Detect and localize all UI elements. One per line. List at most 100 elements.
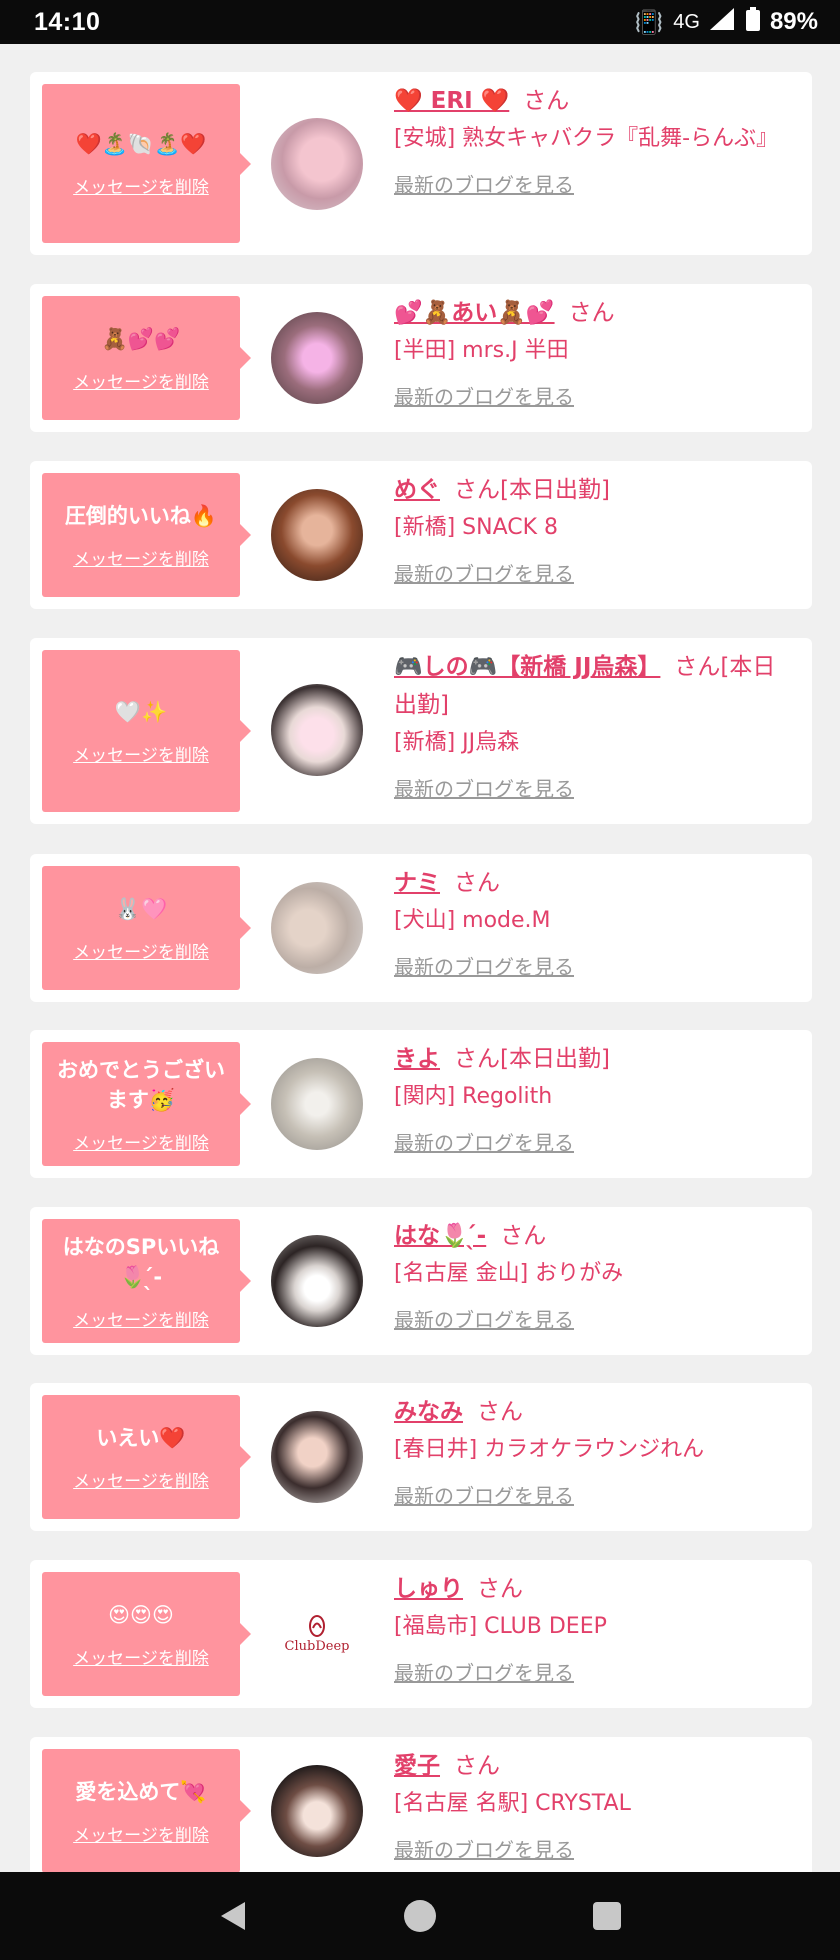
delete-message-link[interactable]: メッセージを削除 (73, 545, 209, 570)
vibrate-icon: 📳 (634, 8, 664, 35)
avatar[interactable] (271, 684, 363, 776)
message-bubble: ❤️🏝️🐚🏝️❤️ メッセージを削除 (42, 84, 251, 243)
message-bubble: はなのSPいいね🌷 ̖́- メッセージを削除 (42, 1219, 251, 1343)
honorific: さん (477, 1399, 523, 1425)
delete-message-link[interactable]: メッセージを削除 (73, 1129, 209, 1154)
avatar[interactable] (271, 118, 363, 210)
profile-info: 愛子 さん [名古屋 名駅] CRYSTAL 最新のブログを見る (394, 1747, 796, 1870)
profile-info: ❤️ ERI ❤️ さん [安城] 熟女キャバクラ『乱舞-らんぶ』 最新のブログを… (394, 82, 796, 205)
avatar[interactable] (271, 1058, 363, 1150)
message-text: 圧倒的いいね🔥 (64, 503, 218, 528)
latest-blog-link[interactable]: 最新のブログを見る (394, 555, 574, 593)
club-logo-text: ClubDeep (284, 1638, 350, 1654)
profile-info: しゅり さん [福島市] CLUB DEEP 最新のブログを見る (394, 1570, 796, 1693)
delete-message-link[interactable]: メッセージを削除 (73, 741, 209, 766)
system-nav-bar (0, 1872, 840, 1960)
status-icons: 📳 4G 89% (635, 7, 818, 37)
avatar[interactable] (271, 1235, 363, 1327)
home-button[interactable] (400, 1896, 440, 1936)
avatar[interactable] (271, 312, 363, 404)
list-item: おめでとうございます🥳 メッセージを削除 きよ さん[本日出勤] [関内] Reg… (30, 1030, 812, 1178)
message-text: はなのSPいいね🌷 ̖́- (62, 1234, 220, 1289)
profile-name-link[interactable]: ❤️ ERI ❤️ (394, 88, 509, 114)
profile-info: ナミ さん [犬山] mode.M 最新のブログを見る (394, 864, 796, 987)
back-button[interactable] (213, 1896, 253, 1936)
delete-message-link[interactable]: メッセージを削除 (73, 1306, 209, 1331)
shop-label: [半田] mrs.J 半田 (394, 338, 569, 363)
list-item: 🧸💕💕 メッセージを削除 💕🧸あい🧸💕 さん [半田] mrs.J 半田 最新のブ… (30, 284, 812, 432)
avatar[interactable] (271, 489, 363, 581)
avatar[interactable] (271, 1411, 363, 1503)
message-bubble: 愛を込めて💘 メッセージを削除 (42, 1749, 251, 1872)
profile-name-link[interactable]: きよ (394, 1046, 440, 1072)
club-logo[interactable]: ClubDeep (271, 1588, 363, 1680)
profile-info: きよ さん[本日出勤] [関内] Regolith 最新のブログを見る (394, 1040, 796, 1163)
message-text: 🧸💕💕 (101, 326, 181, 351)
delete-message-link[interactable]: メッセージを削除 (73, 1644, 209, 1669)
profile-info: 🎮しの🎮【新橋 JJ烏森】 さん[本日出勤] [新橋] JJ烏森 最新のブログを見… (394, 648, 796, 809)
profile-name-link[interactable]: 愛子 (394, 1753, 440, 1779)
profile-info: めぐ さん[本日出勤] [新橋] SNACK 8 最新のブログを見る (394, 471, 796, 594)
message-list: ❤️🏝️🐚🏝️❤️ メッセージを削除 ❤️ ERI ❤️ さん [安城] 熟女キャ… (0, 44, 840, 1872)
shop-label: [犬山] mode.M (394, 908, 551, 933)
club-logo-emblem (309, 1614, 325, 1637)
profile-name-link[interactable]: ナミ (394, 870, 440, 896)
message-bubble: 🤍✨ メッセージを削除 (42, 650, 251, 812)
delete-message-link[interactable]: メッセージを削除 (73, 1467, 209, 1492)
honorific: さん (523, 88, 570, 114)
avatar[interactable] (271, 882, 363, 974)
shop-label: [安城] 熟女キャバクラ『乱舞-らんぶ』 (394, 126, 779, 151)
honorific: さん[本日出勤] (454, 1046, 610, 1072)
message-text: おめでとうございます🥳 (57, 1057, 225, 1112)
profile-name-link[interactable]: みなみ (394, 1399, 463, 1425)
message-bubble: 🧸💕💕 メッセージを削除 (42, 296, 251, 420)
message-bubble: 圧倒的いいね🔥 メッセージを削除 (42, 473, 251, 597)
latest-blog-link[interactable]: 最新のブログを見る (394, 1831, 574, 1869)
list-item: 愛を込めて💘 メッセージを削除 愛子 さん [名古屋 名駅] CRYSTAL 最新… (30, 1737, 812, 1872)
honorific: さん (454, 870, 500, 896)
honorific: さん (568, 300, 615, 326)
latest-blog-link[interactable]: 最新のブログを見る (394, 1301, 574, 1339)
list-item: 🐰🩷 メッセージを削除 ナミ さん [犬山] mode.M 最新のブログを見る (30, 854, 812, 1002)
status-bar: 14:10 📳 4G 89% (0, 0, 840, 44)
shop-label: [名古屋 金山] おりがみ (394, 1261, 624, 1286)
profile-name-link[interactable]: 🎮しの🎮【新橋 JJ烏森】 (394, 654, 660, 680)
delete-message-link[interactable]: メッセージを削除 (73, 1821, 209, 1846)
delete-message-link[interactable]: メッセージを削除 (73, 368, 209, 393)
message-text: いえい❤️ (96, 1425, 186, 1450)
honorific: さん[本日出勤] (454, 477, 610, 503)
shop-label: [関内] Regolith (394, 1084, 553, 1109)
honorific: さん (477, 1576, 523, 1602)
profile-name-link[interactable]: はな🌷 ̖́- (394, 1223, 486, 1249)
profile-name-link[interactable]: めぐ (394, 477, 440, 503)
profile-name-link[interactable]: 💕🧸あい🧸💕 (394, 300, 555, 326)
message-bubble: いえい❤️ メッセージを削除 (42, 1395, 251, 1519)
latest-blog-link[interactable]: 最新のブログを見る (394, 948, 574, 986)
list-item: ❤️🏝️🐚🏝️❤️ メッセージを削除 ❤️ ERI ❤️ さん [安城] 熟女キャ… (30, 72, 812, 255)
honorific: さん (454, 1753, 500, 1779)
shop-label: [新橋] JJ烏森 (394, 730, 520, 755)
delete-message-link[interactable]: メッセージを削除 (73, 938, 209, 963)
message-text: 愛を込めて💘 (75, 1779, 207, 1804)
latest-blog-link[interactable]: 最新のブログを見る (394, 770, 574, 808)
latest-blog-link[interactable]: 最新のブログを見る (394, 1654, 574, 1692)
latest-blog-link[interactable]: 最新のブログを見る (394, 378, 574, 416)
shop-label: [春日井] カラオケラウンジれん (394, 1437, 705, 1462)
honorific: さん (500, 1223, 547, 1249)
message-text: ❤️🏝️🐚🏝️❤️ (75, 132, 207, 156)
back-icon (221, 1902, 246, 1930)
profile-info: みなみ さん [春日井] カラオケラウンジれん 最新のブログを見る (394, 1393, 796, 1516)
profile-name-link[interactable]: しゅり (394, 1576, 463, 1602)
shop-label: [名古屋 名駅] CRYSTAL (394, 1791, 631, 1816)
message-text: 🐰🩷 (114, 896, 168, 921)
recents-button[interactable] (587, 1896, 627, 1936)
avatar[interactable] (271, 1765, 363, 1857)
home-icon (403, 1900, 436, 1932)
delete-message-link[interactable]: メッセージを削除 (73, 173, 209, 198)
latest-blog-link[interactable]: 最新のブログを見る (394, 1124, 574, 1162)
battery-percent: 89% (769, 8, 818, 35)
recents-icon (592, 1902, 621, 1930)
latest-blog-link[interactable]: 最新のブログを見る (394, 1477, 574, 1515)
latest-blog-link[interactable]: 最新のブログを見る (394, 166, 574, 204)
shop-label: [新橋] SNACK 8 (394, 515, 559, 540)
